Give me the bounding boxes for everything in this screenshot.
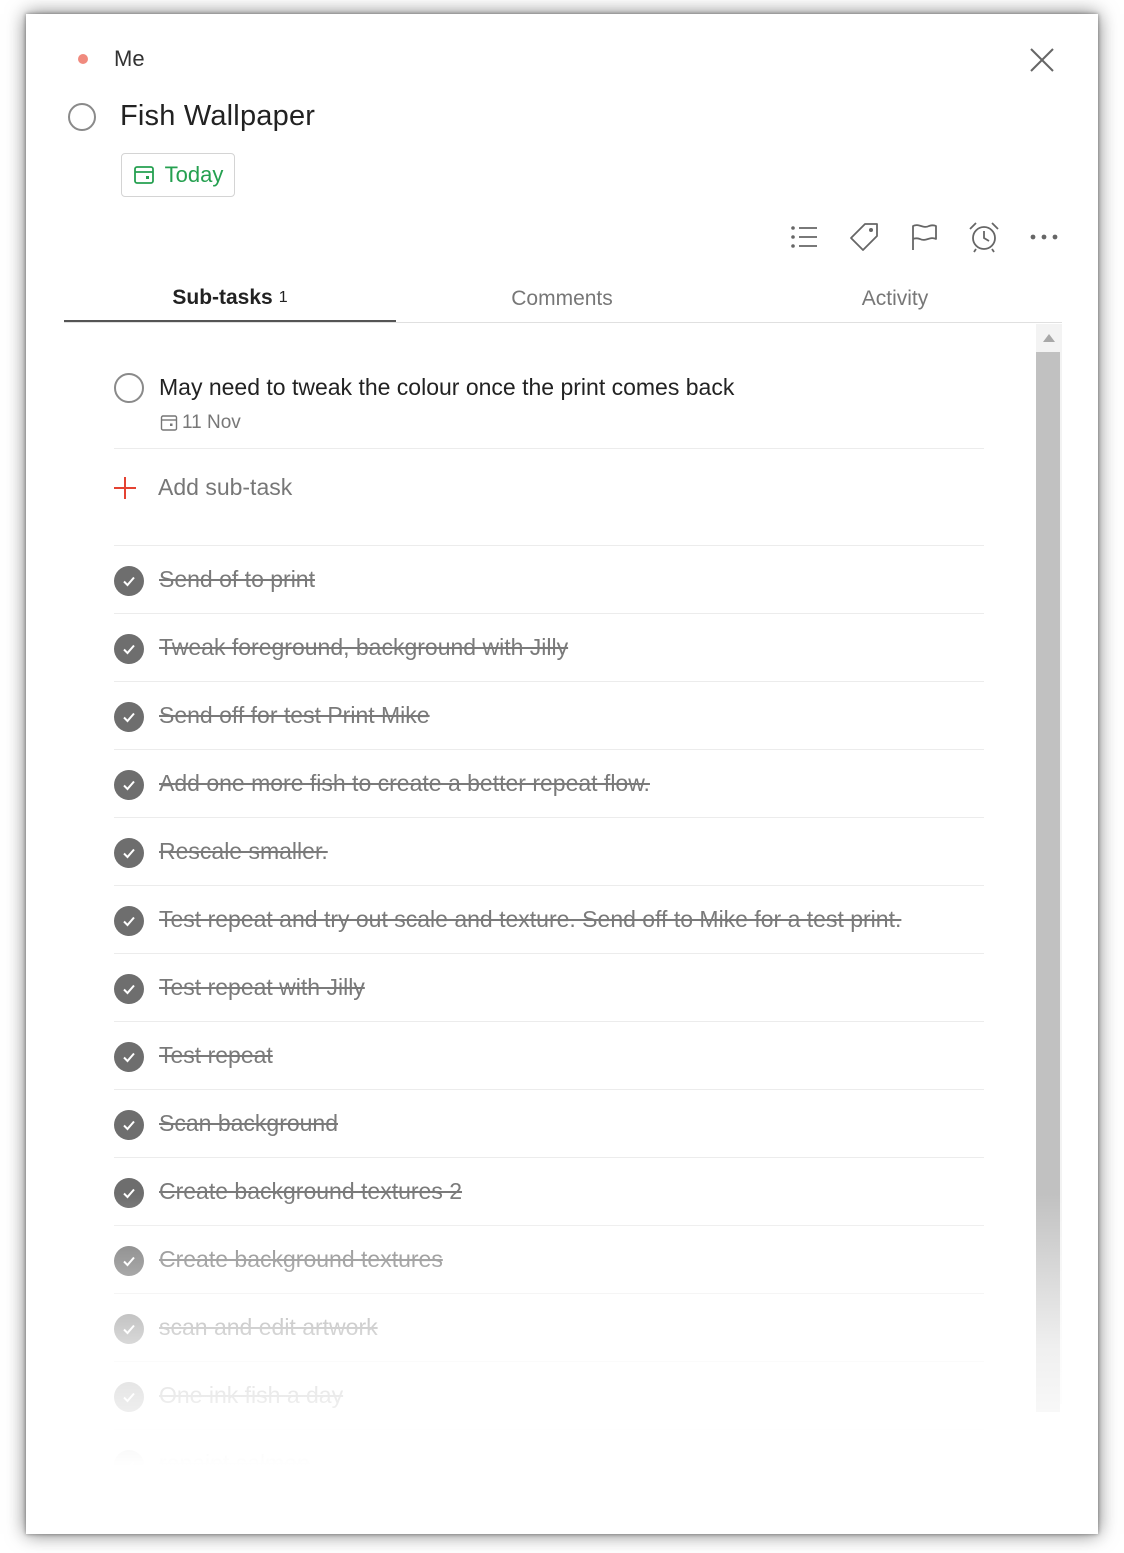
subtask-date-label: 11 Nov [182, 412, 241, 433]
completed-subtask-text: Send of to print [159, 566, 315, 592]
completed-checkmark-icon[interactable] [114, 906, 144, 936]
completed-subtask[interactable]: One ink fish a day [114, 1362, 984, 1430]
completed-subtask[interactable]: Test repeat and try out scale and textur… [114, 886, 984, 954]
tab-comments[interactable]: Comments [396, 276, 728, 322]
tab-subtasks-label: Sub-tasks [172, 286, 273, 309]
completed-subtask-text: Scan background [159, 1110, 339, 1136]
completed-checkmark-icon[interactable] [114, 1042, 144, 1072]
completed-subtask[interactable]: Send of to print [114, 546, 984, 614]
subtask-list: May need to tweak the colour once the pr… [114, 344, 984, 1498]
label-button[interactable] [846, 219, 882, 255]
completed-checkmark-icon[interactable] [114, 634, 144, 664]
open-subtask[interactable]: May need to tweak the colour once the pr… [114, 344, 984, 449]
close-icon [1030, 48, 1054, 72]
completed-subtask[interactable]: Test repeat [114, 1022, 984, 1090]
label-tag-icon [850, 223, 878, 251]
completed-subtask[interactable]: scan and edit artwork [114, 1294, 984, 1362]
scrollbar[interactable] [1036, 324, 1062, 1412]
detail-tabs: Sub-tasks 1 Comments Activity [64, 276, 1062, 323]
subtask-list-icon [791, 226, 817, 248]
completed-subtask-text: Create background textures 2 [159, 1178, 463, 1204]
completed-subtask[interactable]: Create background textures 2 [114, 1158, 984, 1226]
tab-activity-label: Activity [861, 287, 929, 310]
completed-subtask-text: Add one more fish to create a better rep… [159, 770, 650, 796]
completed-checkmark-icon[interactable] [114, 1246, 144, 1276]
scroll-up-arrow-icon[interactable] [1043, 334, 1055, 342]
completed-checkmark-icon[interactable] [114, 1314, 144, 1344]
project-indicator[interactable]: Me [78, 46, 145, 72]
completed-checkmark-icon[interactable] [114, 1450, 144, 1480]
priority-button[interactable] [906, 219, 942, 255]
plus-icon [114, 477, 136, 499]
task-title[interactable]: Fish Wallpaper [120, 100, 315, 133]
completed-checkmark-icon[interactable] [114, 702, 144, 732]
subtask-list-button[interactable] [786, 219, 822, 255]
completed-subtask[interactable]: Send off for test Print Mike [114, 682, 984, 750]
completed-subtask-text: Test repeat and try out scale and textur… [159, 906, 902, 932]
completed-subtask-text: Test repeat [159, 1042, 273, 1068]
completed-subtask[interactable]: Rescale smaller. [114, 818, 984, 886]
subtask-complete-checkbox[interactable] [114, 373, 144, 403]
completed-subtask-list: Send of to print Tweak foreground, backgr… [114, 546, 984, 1498]
completed-subtask[interactable]: Scan background [114, 1090, 984, 1158]
subtask-text: May need to tweak the colour once the pr… [159, 374, 735, 400]
completed-checkmark-icon[interactable] [114, 1382, 144, 1412]
completed-subtask-text: Create background textures [159, 1246, 443, 1272]
tab-subtasks[interactable]: Sub-tasks 1 [64, 276, 396, 322]
project-name: Me [114, 46, 145, 71]
completed-checkmark-icon[interactable] [114, 1110, 144, 1140]
close-button[interactable] [1026, 44, 1058, 76]
reminder-button[interactable] [966, 219, 1002, 255]
calendar-icon [133, 166, 154, 184]
completed-subtask[interactable]: Test repeat with Jilly [114, 954, 984, 1022]
completed-checkmark-icon[interactable] [114, 974, 144, 1004]
subtask-due-date: 11 Nov [160, 412, 241, 434]
due-date-button[interactable]: Today [121, 153, 235, 197]
tab-activity[interactable]: Activity [728, 276, 1062, 322]
completed-subtask[interactable]: Add one more fish to create a better rep… [114, 750, 984, 818]
due-date-label: Today [164, 162, 224, 187]
tab-subtasks-count: 1 [278, 289, 288, 306]
priority-flag-icon [912, 224, 937, 250]
scroll-thumb[interactable] [1036, 352, 1060, 1412]
reminder-alarm-icon [969, 222, 999, 253]
completed-subtask-text: scan and edit artwork [159, 1314, 378, 1340]
completed-subtask-text: Tweak foreground, background with Jilly [159, 634, 569, 660]
completed-subtask-text: Rescale smaller. [159, 838, 328, 864]
completed-subtask-text: One ink fish a day [159, 1382, 344, 1408]
add-subtask-button[interactable]: Add sub-task [114, 449, 984, 546]
completed-checkmark-icon[interactable] [114, 770, 144, 800]
completed-checkmark-icon[interactable] [114, 1178, 144, 1208]
project-color-dot [78, 54, 88, 64]
task-toolbar [786, 219, 1062, 255]
tab-comments-label: Comments [511, 287, 613, 310]
completed-subtask-text: Send off for test Print Mike [159, 702, 430, 728]
more-options-button[interactable] [1026, 219, 1062, 255]
completed-subtask-text: Test repeat with Jilly [159, 974, 365, 1000]
completed-subtask[interactable]: Tweak foreground, background with Jilly [114, 614, 984, 682]
completed-subtask[interactable]: repaint salmon [114, 1430, 984, 1498]
completed-checkmark-icon[interactable] [114, 838, 144, 868]
task-complete-checkbox[interactable] [68, 102, 96, 131]
more-options-icon [1030, 234, 1058, 240]
task-detail-panel: Me Fish Wallpaper Today Sub-tasks 1 Comm… [26, 14, 1098, 1534]
completed-subtask-text: repaint salmon [159, 1450, 310, 1476]
completed-checkmark-icon[interactable] [114, 566, 144, 596]
add-subtask-label: Add sub-task [158, 474, 293, 500]
calendar-icon [160, 415, 178, 431]
task-title-row: Fish Wallpaper [68, 100, 315, 133]
completed-subtask[interactable]: Create background textures [114, 1226, 984, 1294]
